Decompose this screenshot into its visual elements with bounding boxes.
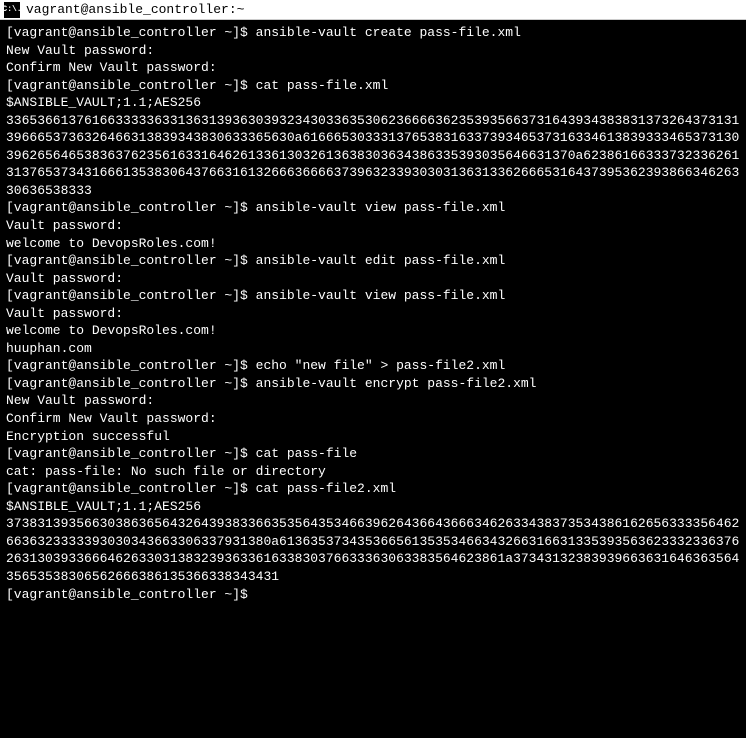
terminal-line: [vagrant@ansible_controller ~]$ ansible-… — [6, 199, 740, 217]
terminal-line: 3738313935663038636564326439383366353564… — [6, 515, 740, 585]
shell-command: cat pass-file — [256, 446, 357, 461]
window-title-bar: C:\. vagrant@ansible_controller:~ — [0, 0, 746, 20]
terminal-line: $ANSIBLE_VAULT;1.1;AES256 — [6, 94, 740, 112]
terminal-line: Vault password: — [6, 217, 740, 235]
terminal-icon: C:\. — [4, 2, 20, 18]
shell-command: ansible-vault view pass-file.xml — [256, 200, 506, 215]
shell-command: ansible-vault edit pass-file.xml — [256, 253, 506, 268]
shell-prompt: [vagrant@ansible_controller ~]$ — [6, 200, 256, 215]
terminal-output[interactable]: [vagrant@ansible_controller ~]$ ansible-… — [0, 20, 746, 738]
terminal-line: [vagrant@ansible_controller ~]$ — [6, 586, 740, 604]
shell-command: cat pass-file2.xml — [256, 481, 396, 496]
terminal-line: huuphan.com — [6, 340, 740, 358]
shell-prompt: [vagrant@ansible_controller ~]$ — [6, 25, 256, 40]
terminal-line: [vagrant@ansible_controller ~]$ ansible-… — [6, 24, 740, 42]
shell-prompt: [vagrant@ansible_controller ~]$ — [6, 481, 256, 496]
terminal-line: [vagrant@ansible_controller ~]$ cat pass… — [6, 445, 740, 463]
terminal-line: [vagrant@ansible_controller ~]$ ansible-… — [6, 375, 740, 393]
shell-prompt: [vagrant@ansible_controller ~]$ — [6, 78, 256, 93]
shell-prompt: [vagrant@ansible_controller ~]$ — [6, 446, 256, 461]
shell-command: echo "new file" > pass-file2.xml — [256, 358, 506, 373]
terminal-line: 3365366137616633333633136313936303932343… — [6, 112, 740, 200]
shell-prompt: [vagrant@ansible_controller ~]$ — [6, 376, 256, 391]
terminal-line: welcome to DevopsRoles.com! — [6, 235, 740, 253]
terminal-line: [vagrant@ansible_controller ~]$ cat pass… — [6, 77, 740, 95]
shell-prompt: [vagrant@ansible_controller ~]$ — [6, 587, 256, 602]
terminal-line: [vagrant@ansible_controller ~]$ ansible-… — [6, 252, 740, 270]
terminal-line: New Vault password: — [6, 42, 740, 60]
shell-prompt: [vagrant@ansible_controller ~]$ — [6, 253, 256, 268]
terminal-line: [vagrant@ansible_controller ~]$ echo "ne… — [6, 357, 740, 375]
terminal-line: Encryption successful — [6, 428, 740, 446]
shell-command: cat pass-file.xml — [256, 78, 389, 93]
shell-command: ansible-vault view pass-file.xml — [256, 288, 506, 303]
shell-prompt: [vagrant@ansible_controller ~]$ — [6, 358, 256, 373]
terminal-line: $ANSIBLE_VAULT;1.1;AES256 — [6, 498, 740, 516]
shell-prompt: [vagrant@ansible_controller ~]$ — [6, 288, 256, 303]
terminal-line: welcome to DevopsRoles.com! — [6, 322, 740, 340]
shell-command: ansible-vault create pass-file.xml — [256, 25, 521, 40]
terminal-line: New Vault password: — [6, 392, 740, 410]
terminal-line: [vagrant@ansible_controller ~]$ ansible-… — [6, 287, 740, 305]
terminal-line: Confirm New Vault password: — [6, 59, 740, 77]
window-title: vagrant@ansible_controller:~ — [26, 2, 244, 17]
terminal-line: Vault password: — [6, 270, 740, 288]
terminal-line: Vault password: — [6, 305, 740, 323]
terminal-line: [vagrant@ansible_controller ~]$ cat pass… — [6, 480, 740, 498]
shell-command: ansible-vault encrypt pass-file2.xml — [256, 376, 537, 391]
terminal-line: Confirm New Vault password: — [6, 410, 740, 428]
terminal-line: cat: pass-file: No such file or director… — [6, 463, 740, 481]
